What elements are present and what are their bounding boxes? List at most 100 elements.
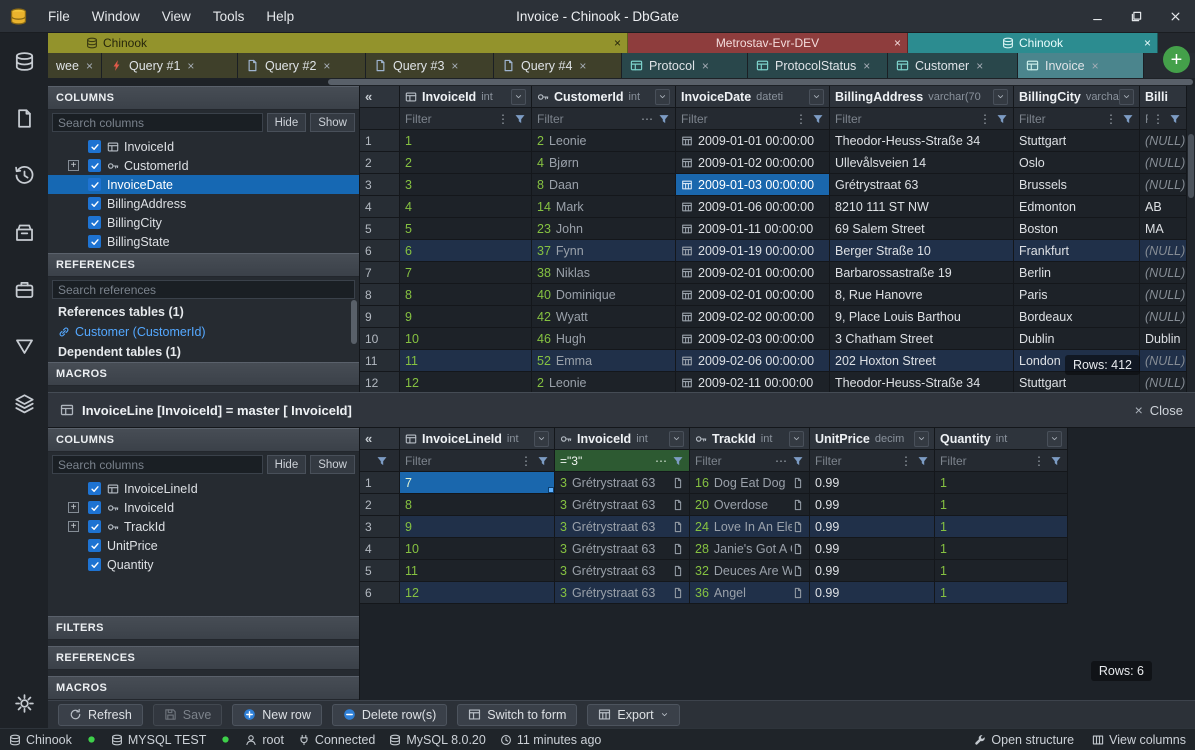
column-header-invoiceid[interactable]: InvoiceIdint xyxy=(400,86,532,108)
cell-quantity[interactable]: 1 xyxy=(935,494,1068,516)
tab-bar-scrollbar[interactable] xyxy=(48,78,1195,86)
cell-invoiceid[interactable]: 1 xyxy=(400,130,532,152)
cell-billi[interactable]: (NULL) xyxy=(1140,350,1187,372)
hide-button[interactable]: Hide xyxy=(267,113,307,132)
cell-invoicedate[interactable]: 2009-02-01 00:00:00 xyxy=(676,284,830,306)
cell-billingaddress[interactable]: Grétrystraat 63 xyxy=(830,174,1014,196)
checkbox-invoicedate[interactable] xyxy=(88,178,101,191)
status-indicator[interactable] xyxy=(86,734,97,745)
tab-close-icon[interactable]: × xyxy=(187,59,194,73)
switch-to-form-button[interactable]: Switch to form xyxy=(457,704,577,726)
cell-billi[interactable]: Dublin xyxy=(1140,328,1187,350)
cell-quantity[interactable]: 1 xyxy=(935,582,1068,604)
filter-options-button[interactable]: ⋮ xyxy=(979,112,991,126)
menu-help[interactable]: Help xyxy=(255,0,305,32)
cell-invoiceid[interactable]: 6 xyxy=(400,240,532,262)
status-root[interactable]: root xyxy=(245,733,284,747)
cell-invoicedate[interactable]: 2009-02-06 00:00:00 xyxy=(676,350,830,372)
status-chinook[interactable]: Chinook xyxy=(9,733,72,747)
cell-customerid[interactable]: 4Bjørn xyxy=(532,152,676,174)
cell-invoicedate[interactable]: 2009-01-03 00:00:00 xyxy=(676,174,830,196)
cell-customerid[interactable]: 23John xyxy=(532,218,676,240)
filter-input-trackid[interactable]: Filter⋯ xyxy=(690,450,810,472)
macros-section-header[interactable]: MACROS xyxy=(48,362,359,386)
filter-options-button[interactable]: ⋮ xyxy=(900,454,912,468)
row-number-cell[interactable]: 4 xyxy=(360,196,400,218)
cell-customerid[interactable]: 14Mark xyxy=(532,196,676,218)
new-row-button[interactable]: New row xyxy=(232,704,322,726)
cell-invoicelineid[interactable]: 7 xyxy=(400,472,555,494)
cell-billi[interactable]: MA xyxy=(1140,218,1187,240)
save-button[interactable]: Save xyxy=(153,704,223,726)
column-menu-button[interactable] xyxy=(914,431,929,447)
filter-input-invoicedate[interactable]: Filter⋮ xyxy=(676,108,830,130)
expand-icon[interactable]: + xyxy=(68,502,79,513)
menu-view[interactable]: View xyxy=(151,0,202,32)
cell-invoicedate[interactable]: 2009-02-02 00:00:00 xyxy=(676,306,830,328)
checkbox-unitprice[interactable] xyxy=(88,539,101,552)
cell-billingaddress[interactable]: Theodor-Heuss-Straße 34 xyxy=(830,130,1014,152)
filter-options-button[interactable]: ⋯ xyxy=(775,454,787,468)
cell-invoiceid[interactable]: 4 xyxy=(400,196,532,218)
checkbox-billingstate[interactable] xyxy=(88,235,101,248)
column-header-unitprice[interactable]: UnitPricedecim xyxy=(810,428,935,450)
tab-close-icon[interactable]: × xyxy=(323,59,330,73)
cell-customerid[interactable]: 52Emma xyxy=(532,350,676,372)
cell-billingcity[interactable]: Boston xyxy=(1014,218,1140,240)
invoice-grid-vertical-scrollbar[interactable] xyxy=(1187,86,1195,392)
cell-billi[interactable]: (NULL) xyxy=(1140,174,1187,196)
checkbox-trackid[interactable] xyxy=(88,520,101,533)
group-close-icon[interactable]: × xyxy=(614,37,621,49)
column-menu-button[interactable] xyxy=(993,89,1008,105)
filter-options-button[interactable]: ⋯ xyxy=(641,112,653,126)
row-number-cell[interactable]: 6 xyxy=(360,582,400,604)
status-connected[interactable]: Connected xyxy=(298,733,375,747)
cell-billi[interactable]: (NULL) xyxy=(1140,240,1187,262)
tab-close-icon[interactable]: × xyxy=(976,59,983,73)
filter-options-button[interactable]: ⋮ xyxy=(520,454,532,468)
menu-window[interactable]: Window xyxy=(81,0,151,32)
rail-filters-button[interactable] xyxy=(0,318,48,375)
cell-quantity[interactable]: 1 xyxy=(935,538,1068,560)
cell-billingcity[interactable]: Bordeaux xyxy=(1014,306,1140,328)
cell-billi[interactable]: AB xyxy=(1140,196,1187,218)
cell-trackid[interactable]: 28Janie's Got A Gun xyxy=(690,538,810,560)
references-section-header[interactable]: REFERENCES xyxy=(48,253,359,277)
cell-trackid[interactable]: 32Deuces Are Wild xyxy=(690,560,810,582)
column-item-invoicelineid[interactable]: InvoiceLineId xyxy=(48,479,359,498)
cell-billingcity[interactable]: Stuttgart xyxy=(1014,130,1140,152)
column-menu-button[interactable] xyxy=(511,89,526,105)
collapse-left-panel-button[interactable]: « xyxy=(360,428,400,450)
cell-customerid[interactable]: 8Daan xyxy=(532,174,676,196)
cell-billingcity[interactable]: Berlin xyxy=(1014,262,1140,284)
column-menu-button[interactable] xyxy=(534,431,549,447)
cell-customerid[interactable]: 37Fynn xyxy=(532,240,676,262)
cell-invoicedate[interactable]: 2009-01-11 00:00:00 xyxy=(676,218,830,240)
cell-billingaddress[interactable]: 8, Rue Hanovre xyxy=(830,284,1014,306)
rail-archive-button[interactable] xyxy=(0,204,48,261)
delete-row-s-button[interactable]: Delete row(s) xyxy=(332,704,447,726)
cell-invoiceid[interactable]: 3Grétrystraat 63 xyxy=(555,582,690,604)
cell-invoicelineid[interactable]: 11 xyxy=(400,560,555,582)
cell-invoiceid[interactable]: 3Grétrystraat 63 xyxy=(555,516,690,538)
tab-close-icon[interactable]: × xyxy=(451,59,458,73)
cell-invoicelineid[interactable]: 8 xyxy=(400,494,555,516)
column-item-quantity[interactable]: Quantity xyxy=(48,555,359,574)
cell-invoiceid[interactable]: 3Grétrystraat 63 xyxy=(555,472,690,494)
show-button[interactable]: Show xyxy=(310,113,355,132)
cell-invoiceid[interactable]: 7 xyxy=(400,262,532,284)
cell-billingaddress[interactable]: 3 Chatham Street xyxy=(830,328,1014,350)
cell-unitprice[interactable]: 0.99 xyxy=(810,516,935,538)
window-minimize-button[interactable] xyxy=(1078,0,1117,33)
expand-icon[interactable]: + xyxy=(68,160,79,171)
close-detail-button[interactable]: ×Close xyxy=(1135,402,1183,418)
filter-input-quantity[interactable]: Filter⋮ xyxy=(935,450,1068,472)
column-menu-button[interactable] xyxy=(1119,89,1134,105)
cell-customerid[interactable]: 46Hugh xyxy=(532,328,676,350)
scrollbar-thumb[interactable] xyxy=(1188,134,1194,198)
connection-group-metrostav-evr-dev[interactable]: Metrostav-Evr-DEV× xyxy=(628,33,908,53)
tab-close-icon[interactable]: × xyxy=(86,59,93,73)
column-item-invoiceid[interactable]: +InvoiceId xyxy=(48,498,359,517)
cell-billi[interactable]: (NULL) xyxy=(1140,306,1187,328)
status-indicator[interactable] xyxy=(220,734,231,745)
